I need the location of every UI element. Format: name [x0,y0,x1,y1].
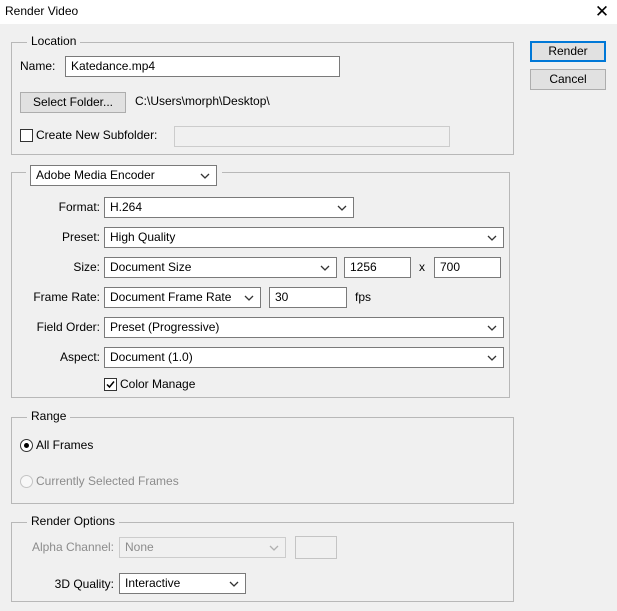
color-manage-checkbox[interactable] [104,378,117,391]
encoder-select[interactable]: Adobe Media Encoder [30,165,217,186]
render-button[interactable]: Render [530,41,606,62]
alpha-channel-label: Alpha Channel: [31,540,114,554]
3d-quality-select-value: Interactive [125,576,181,590]
size-label: Size: [73,260,100,274]
render-options-legend: Render Options [27,514,120,528]
preset-select[interactable]: High Quality [104,227,504,248]
range-legend: Range [27,409,71,423]
window-title: Render Video [5,4,79,18]
chevron-down-icon [487,325,497,331]
frame-rate-select-value: Document Frame Rate [110,290,232,304]
create-subfolder-checkbox[interactable] [20,129,33,142]
size-x-label: x [419,260,425,274]
chevron-down-icon [487,355,497,361]
chevron-down-icon [337,205,347,211]
chevron-down-icon [320,265,330,271]
width-field[interactable]: 1256 [344,257,411,278]
name-field[interactable]: Katedance.mp4 [65,56,340,77]
all-frames-label: All Frames [36,438,94,452]
chevron-down-icon [269,545,279,551]
format-label: Format: [58,200,100,214]
field-order-select-value: Preset (Progressive) [110,320,220,334]
format-select-value: H.264 [110,200,143,214]
folder-path: C:\Users\morph\Desktop\ [135,94,270,108]
name-label: Name: [20,59,56,73]
alpha-color-swatch [295,536,337,559]
size-select-value: Document Size [110,260,192,274]
aspect-label: Aspect: [59,350,100,364]
chevron-down-icon [200,173,210,179]
preset-select-value: High Quality [110,230,176,244]
alpha-channel-select: None [119,537,286,558]
checkmark-icon [106,381,115,389]
height-field[interactable]: 700 [434,257,501,278]
cancel-button[interactable]: Cancel [530,69,606,90]
frame-rate-select[interactable]: Document Frame Rate [104,287,261,308]
chevron-down-icon [244,295,254,301]
close-icon[interactable]: ✕ [592,2,612,22]
field-order-label: Field Order: [36,320,100,334]
size-select[interactable]: Document Size [104,257,337,278]
fps-field[interactable]: 30 [269,287,347,308]
alpha-channel-select-value: None [125,540,154,554]
fps-label: fps [355,290,372,304]
aspect-select-value: Document (1.0) [110,350,193,364]
aspect-select[interactable]: Document (1.0) [104,347,504,368]
create-subfolder-label: Create New Subfolder: [36,128,158,142]
3d-quality-label: 3D Quality: [54,577,114,591]
format-select[interactable]: H.264 [104,197,354,218]
chevron-down-icon [229,581,239,587]
frame-rate-label: Frame Rate: [33,290,100,304]
field-order-select[interactable]: Preset (Progressive) [104,317,504,338]
subfolder-field [174,126,450,147]
location-legend: Location [27,34,81,48]
all-frames-radio[interactable] [20,439,33,452]
current-frames-radio [20,475,33,488]
select-folder-button[interactable]: Select Folder... [20,92,126,113]
encoder-select-value: Adobe Media Encoder [36,168,155,182]
title-bar [0,0,617,24]
chevron-down-icon [487,235,497,241]
range-group [11,417,514,504]
3d-quality-select[interactable]: Interactive [119,573,246,594]
color-manage-label: Color Manage [120,377,196,391]
current-frames-label: Currently Selected Frames [36,474,179,488]
preset-label: Preset: [61,230,100,244]
